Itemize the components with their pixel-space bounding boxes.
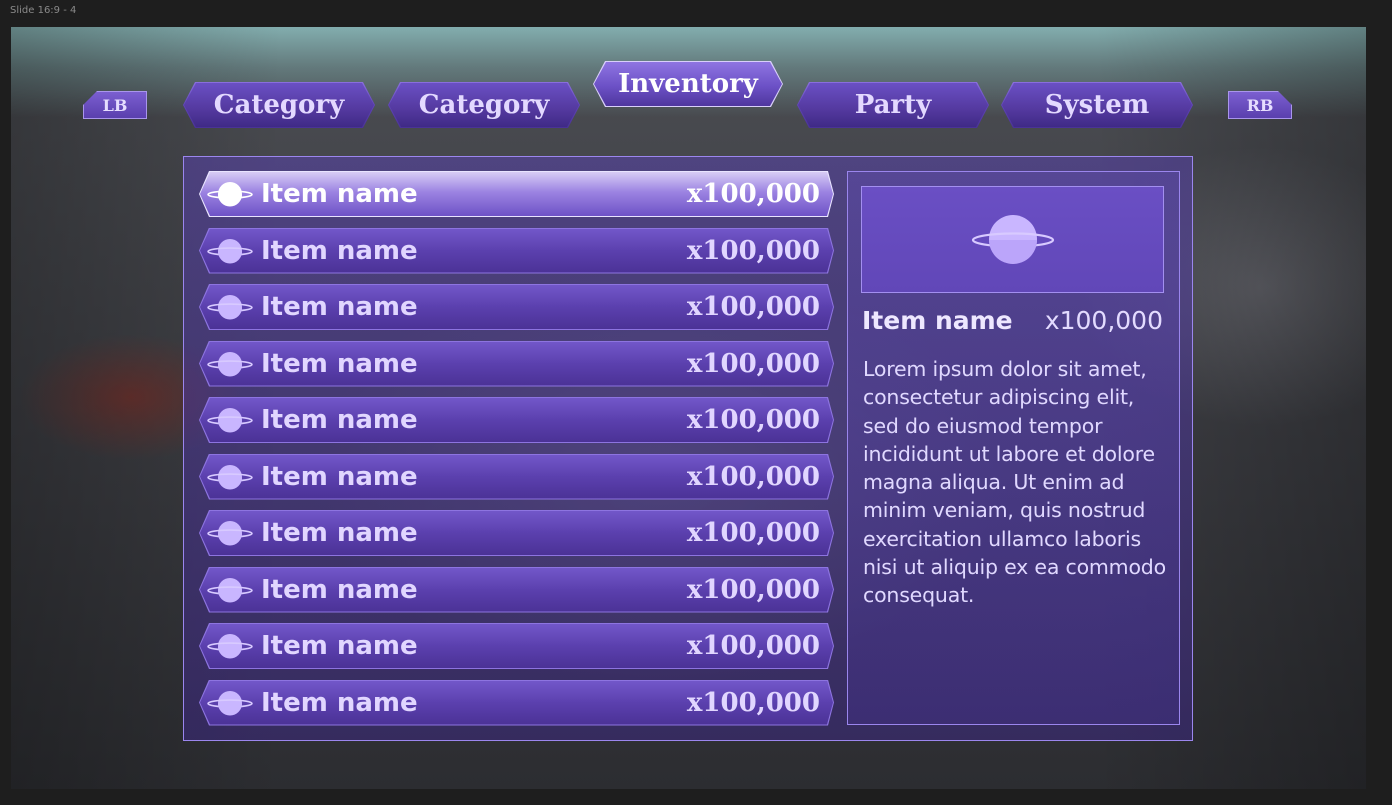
planet-icon <box>205 407 255 433</box>
tab-label: Inventory <box>618 69 758 99</box>
game-menu-screen: LB Category Category Inventory Party Sys… <box>11 27 1366 789</box>
detail-item-qty: x100,000 <box>1044 306 1163 335</box>
planet-icon <box>205 238 255 264</box>
planet-icon <box>205 520 255 546</box>
item-preview <box>861 186 1164 293</box>
item-row[interactable]: Item name x100,000 <box>199 228 834 274</box>
item-name: Item name <box>261 631 418 661</box>
item-name: Item name <box>261 687 418 718</box>
item-name: Item name <box>261 518 418 548</box>
tab-category-2[interactable]: Category <box>388 82 580 128</box>
item-qty: x100,000 <box>686 348 820 379</box>
item-row[interactable]: Item name x100,000 <box>199 680 834 726</box>
tab-category-1[interactable]: Category <box>183 82 375 128</box>
item-row[interactable]: Item name x100,000 <box>199 341 834 387</box>
frame-label: Slide 16:9 - 4 <box>10 5 77 16</box>
tab-party[interactable]: Party <box>797 82 989 128</box>
lb-button[interactable]: LB <box>83 91 147 119</box>
rb-button[interactable]: RB <box>1228 91 1292 119</box>
tab-label: Party <box>854 90 932 120</box>
item-row[interactable]: Item name x100,000 <box>199 510 834 556</box>
item-qty: x100,000 <box>686 461 820 492</box>
detail-description: Lorem ipsum dolor sit amet, consectetur … <box>863 357 1166 608</box>
item-row[interactable]: Item name x100,000 <box>199 284 834 330</box>
planet-icon <box>205 690 255 716</box>
item-qty: x100,000 <box>686 687 820 718</box>
item-row[interactable]: Item name x100,000 <box>199 567 834 613</box>
item-detail-panel: Item name x100,000 Lorem ipsum dolor sit… <box>847 171 1180 725</box>
detail-item-name: Item name <box>862 306 1013 335</box>
item-row[interactable]: Item name x100,000 <box>199 397 834 443</box>
item-name: Item name <box>261 574 418 605</box>
item-name: Item name <box>261 348 418 379</box>
item-qty: x100,000 <box>686 179 820 209</box>
planet-icon <box>205 633 255 659</box>
item-qty: x100,000 <box>686 631 820 661</box>
tab-label: Category <box>418 90 550 120</box>
tab-inventory[interactable]: Inventory <box>593 61 783 107</box>
planet-icon <box>205 181 255 207</box>
item-qty: x100,000 <box>686 235 820 266</box>
item-row[interactable]: Item name x100,000 <box>199 171 834 217</box>
planet-icon <box>205 464 255 490</box>
tab-system[interactable]: System <box>1001 82 1193 128</box>
item-name: Item name <box>261 461 418 492</box>
item-row[interactable]: Item name x100,000 <box>199 623 834 669</box>
item-name: Item name <box>261 405 418 435</box>
inventory-panel: Item name x100,000 Item name x100,000 Item n… <box>183 156 1193 741</box>
item-name: Item name <box>261 235 418 266</box>
planet-icon <box>205 294 255 320</box>
item-qty: x100,000 <box>686 292 820 322</box>
item-qty: x100,000 <box>686 405 820 435</box>
item-name: Item name <box>261 179 418 209</box>
item-row[interactable]: Item name x100,000 <box>199 454 834 500</box>
planet-icon <box>971 215 1055 264</box>
tab-label: System <box>1044 90 1150 120</box>
item-qty: x100,000 <box>686 518 820 548</box>
item-qty: x100,000 <box>686 574 820 605</box>
planet-icon <box>205 577 255 603</box>
tab-label: Category <box>213 90 345 120</box>
planet-icon <box>205 351 255 377</box>
item-name: Item name <box>261 292 418 322</box>
